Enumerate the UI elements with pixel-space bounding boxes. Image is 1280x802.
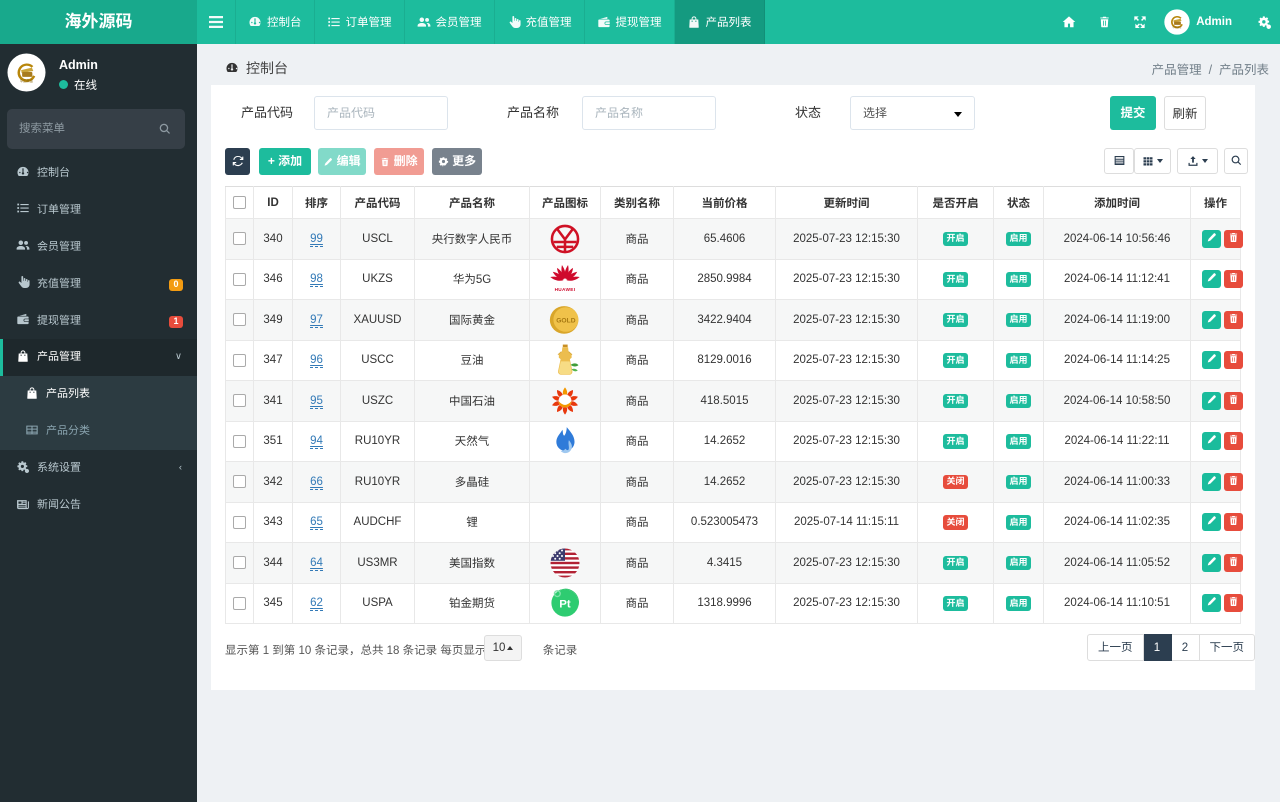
svg-text:Pt: Pt (559, 599, 571, 611)
svg-text:HUAWEI: HUAWEI (555, 287, 576, 292)
svg-text:中国黄金: 中国黄金 (20, 78, 34, 83)
svg-text:GOLD: GOLD (556, 318, 575, 325)
